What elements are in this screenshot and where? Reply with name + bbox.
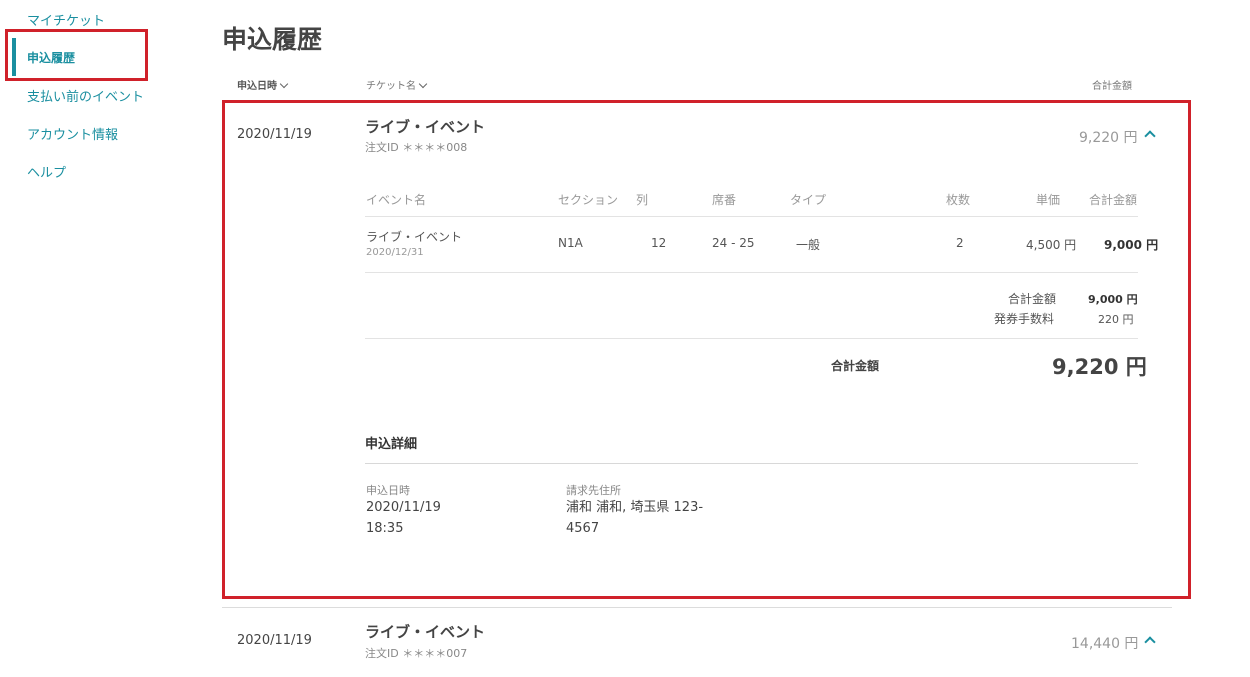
page-title: 申込履歴 — [222, 25, 323, 54]
sidebar-item-my-tickets[interactable]: マイチケット — [27, 10, 105, 29]
order-event-name[interactable]: ライブ・イベント — [365, 621, 485, 642]
sidebar: マイチケット 申込履歴 支払い前のイベント アカウント情報 ヘルプ — [0, 0, 200, 677]
sidebar-item-help[interactable]: ヘルプ — [27, 162, 66, 181]
row-divider — [222, 607, 1172, 608]
column-header-date: 申込日時 — [237, 81, 277, 92]
column-header-ticket: チケット名 — [366, 81, 416, 92]
order-total: 14,440 円 — [1071, 636, 1139, 652]
sort-by-date[interactable]: 申込日時 — [237, 77, 289, 92]
order-date: 2020/11/19 — [237, 633, 312, 648]
column-header-total: 合計金額 — [1092, 81, 1132, 92]
highlight-box-order — [222, 100, 1191, 599]
sidebar-item-unpaid-events[interactable]: 支払い前のイベント — [27, 86, 144, 105]
highlight-box-sidebar — [5, 29, 148, 81]
order-id: 注文ID ＊＊＊＊007 — [365, 647, 468, 660]
sort-by-ticket[interactable]: チケット名 — [366, 77, 428, 92]
chevron-down-icon — [279, 79, 289, 89]
chevron-up-icon[interactable] — [1144, 636, 1156, 648]
chevron-down-icon — [418, 79, 428, 89]
sidebar-item-account-info[interactable]: アカウント情報 — [27, 124, 118, 143]
